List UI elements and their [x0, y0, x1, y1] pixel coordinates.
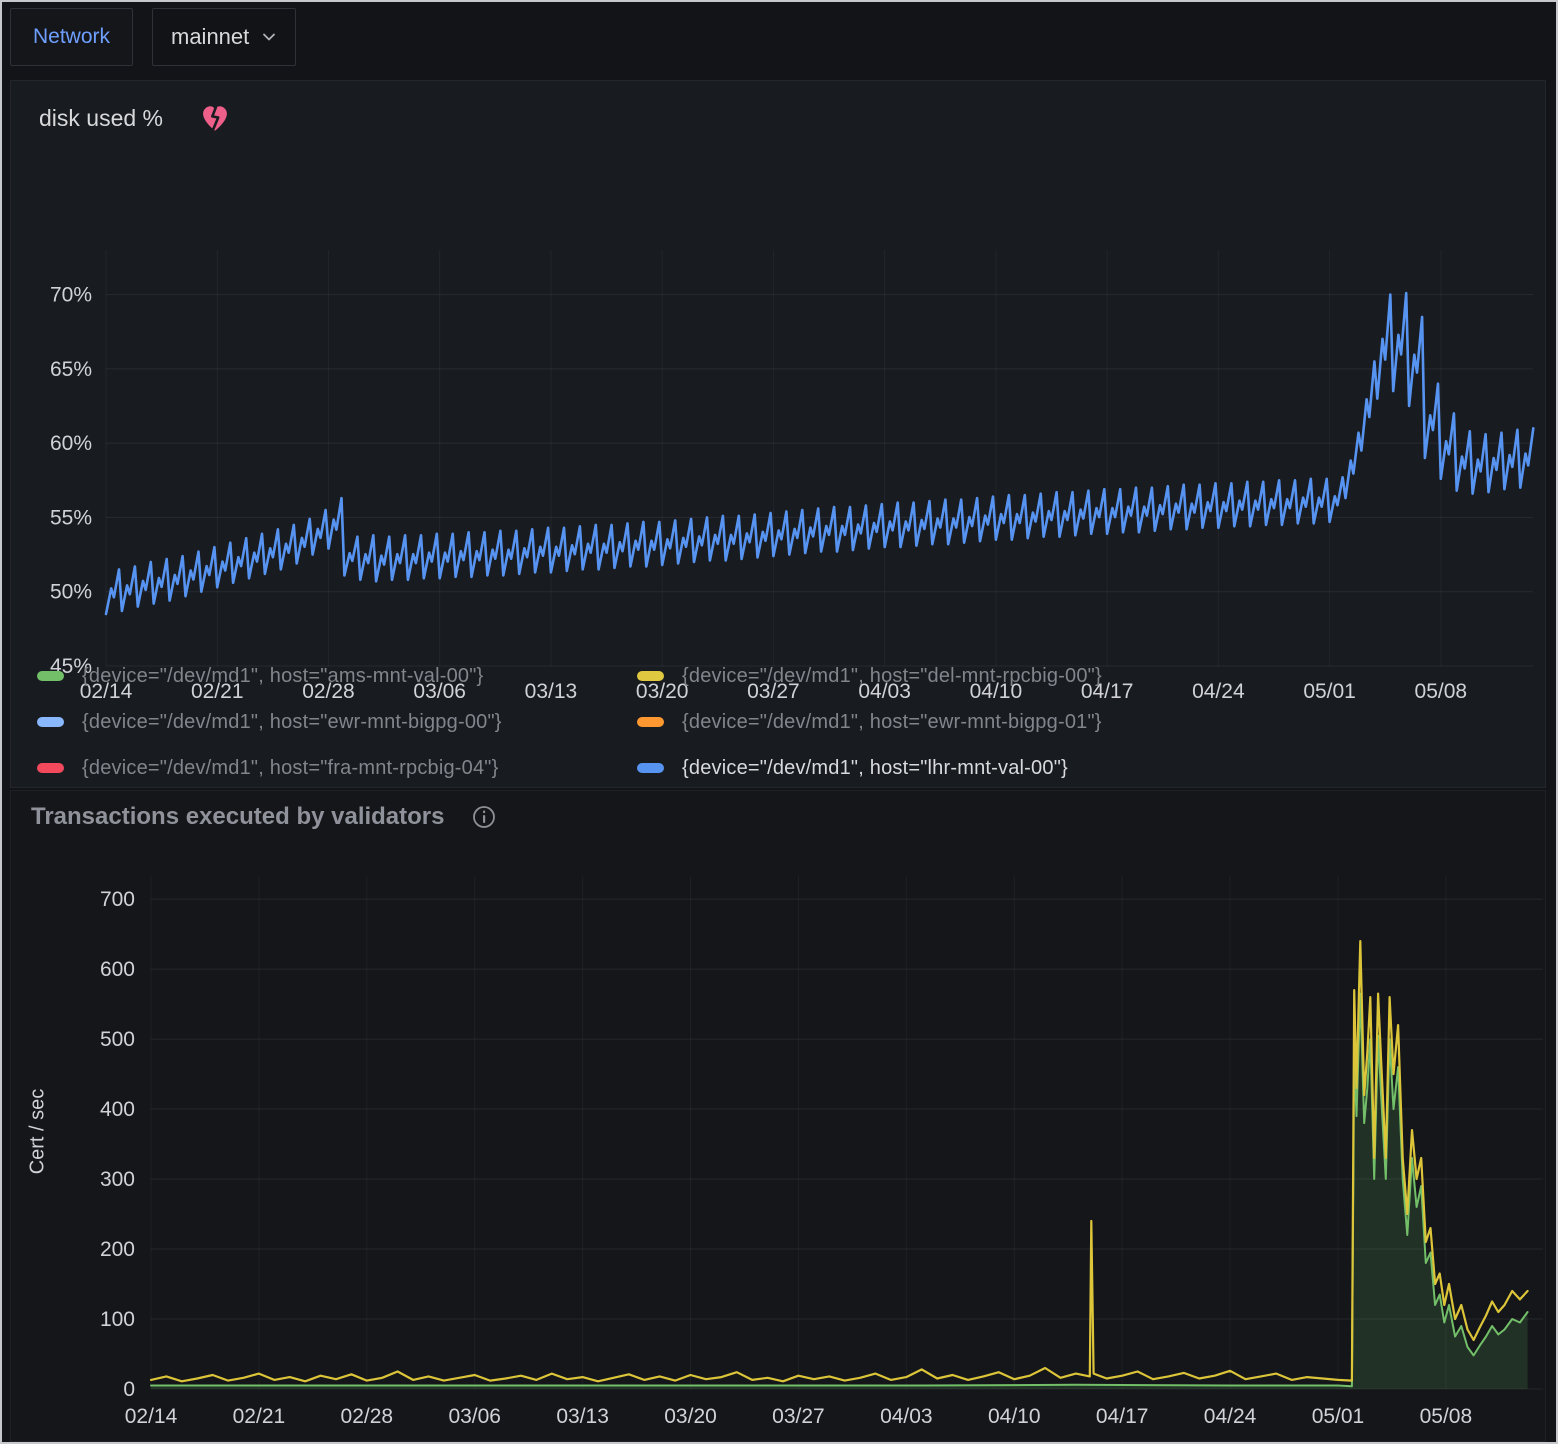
legend-item-label: {device="/dev/md1", host="lhr-mnt-val-00…	[682, 757, 1068, 780]
svg-text:65%: 65%	[50, 358, 92, 381]
network-variable-value: mainnet	[171, 24, 249, 50]
series-color-swatch	[37, 671, 64, 681]
legend-item-label: {device="/dev/md1", host="del-mnt-rpcbig…	[682, 665, 1102, 688]
svg-text:03/06: 03/06	[448, 1405, 501, 1428]
legend-item-label: {device="/dev/md1", host="ams-mnt-val-00…	[82, 665, 483, 688]
legend-item-ewr-mnt-bigpg-01[interactable]: {device="/dev/md1", host="ewr-mnt-bigpg-…	[637, 711, 1237, 734]
svg-text:02/21: 02/21	[233, 1405, 286, 1428]
series-color-swatch	[37, 717, 64, 727]
chart-legend: {device="/dev/md1", host="ams-mnt-val-00…	[37, 653, 1237, 791]
svg-text:05/08: 05/08	[1415, 680, 1468, 703]
svg-text:02/14: 02/14	[125, 1405, 178, 1428]
legend-item-ams-mnt-val-00[interactable]: {device="/dev/md1", host="ams-mnt-val-00…	[37, 665, 637, 688]
svg-text:400: 400	[100, 1098, 135, 1121]
svg-text:70%: 70%	[50, 284, 92, 307]
network-variable-dropdown[interactable]: mainnet	[152, 8, 296, 66]
svg-text:700: 700	[100, 888, 135, 911]
legend-row: {device="/dev/md1", host="ewr-mnt-bigpg-…	[37, 699, 1237, 745]
svg-text:04/17: 04/17	[1096, 1405, 1149, 1428]
transactions-panel: Transactions executed by validators Cert…	[10, 790, 1546, 1442]
svg-text:500: 500	[100, 1028, 135, 1051]
svg-text:03/27: 03/27	[772, 1405, 825, 1428]
chevron-down-icon	[261, 29, 277, 45]
svg-text:55%: 55%	[50, 506, 92, 529]
svg-text:05/01: 05/01	[1312, 1405, 1365, 1428]
svg-text:05/08: 05/08	[1420, 1405, 1473, 1428]
svg-text:05/01: 05/01	[1303, 680, 1356, 703]
legend-row: {device="/dev/md1", host="fra-mnt-rpcbig…	[37, 745, 1237, 791]
svg-text:200: 200	[100, 1238, 135, 1261]
legend-item-label: {device="/dev/md1", host="fra-mnt-rpcbig…	[82, 757, 499, 780]
series-color-swatch	[637, 671, 664, 681]
network-variable-button[interactable]: Network	[10, 8, 133, 66]
svg-text:04/10: 04/10	[988, 1405, 1041, 1428]
series-color-swatch	[637, 717, 664, 727]
svg-text:600: 600	[100, 958, 135, 981]
series-color-swatch	[37, 763, 64, 773]
network-variable-label: Network	[33, 25, 110, 49]
svg-text:100: 100	[100, 1308, 135, 1331]
legend-item-label: {device="/dev/md1", host="ewr-mnt-bigpg-…	[82, 711, 502, 734]
svg-text:03/20: 03/20	[664, 1405, 717, 1428]
disk-used-chart[interactable]: 02/1402/2102/2803/0603/1303/2003/2704/03…	[11, 145, 1547, 709]
svg-text:04/03: 04/03	[880, 1405, 933, 1428]
broken-heart-icon	[199, 103, 231, 133]
svg-text:02/28: 02/28	[341, 1405, 394, 1428]
svg-text:03/13: 03/13	[556, 1405, 609, 1428]
legend-row: {device="/dev/md1", host="ams-mnt-val-00…	[37, 653, 1237, 699]
legend-item-lhr-mnt-val-00[interactable]: {device="/dev/md1", host="lhr-mnt-val-00…	[637, 757, 1237, 780]
panel-title: disk used %	[39, 105, 163, 132]
legend-item-fra-mnt-rpcbig-04[interactable]: {device="/dev/md1", host="fra-mnt-rpcbig…	[37, 757, 637, 780]
disk-used-panel: disk used % 02/1402/2102/2803/0603/1303/…	[10, 80, 1546, 788]
svg-text:300: 300	[100, 1168, 135, 1191]
svg-text:04/24: 04/24	[1204, 1405, 1257, 1428]
legend-item-ewr-mnt-bigpg-00[interactable]: {device="/dev/md1", host="ewr-mnt-bigpg-…	[37, 711, 637, 734]
svg-text:50%: 50%	[50, 581, 92, 604]
disk-used-panel-header: disk used %	[39, 103, 231, 133]
legend-item-label: {device="/dev/md1", host="ewr-mnt-bigpg-…	[682, 711, 1102, 734]
transactions-chart[interactable]: 02/14 02/21 02/28 03/06 03/13 03/20 03/27 04/03…	[11, 791, 1547, 1443]
legend-item-del-mnt-rpcbig-00[interactable]: {device="/dev/md1", host="del-mnt-rpcbig…	[637, 665, 1237, 688]
svg-text:60%: 60%	[50, 432, 92, 455]
series-color-swatch	[637, 763, 664, 773]
svg-text:0: 0	[123, 1378, 135, 1401]
